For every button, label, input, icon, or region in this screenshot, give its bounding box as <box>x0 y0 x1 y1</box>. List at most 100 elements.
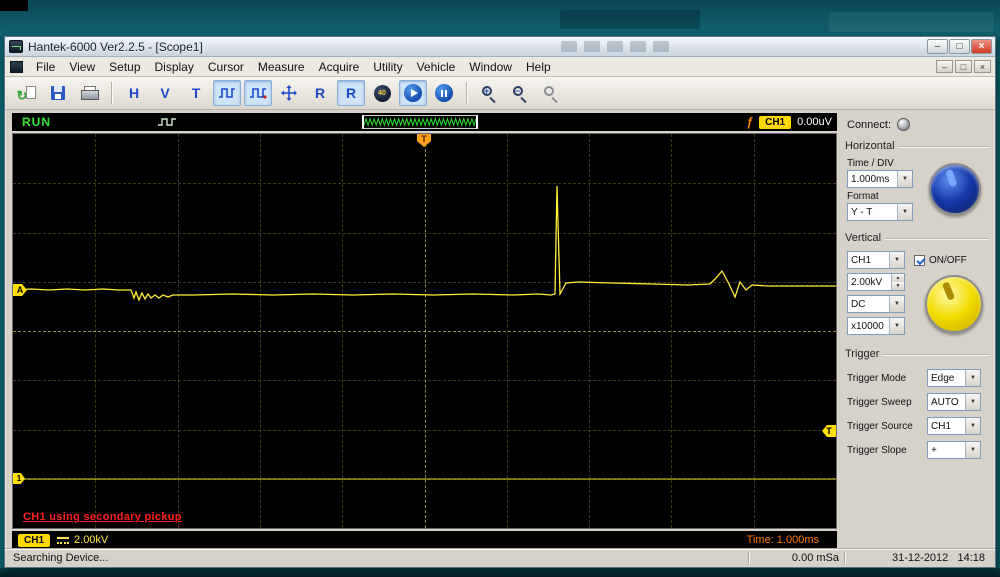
trigger-level-value: 0.00uV <box>797 116 832 128</box>
trigger-section: Trigger Trigger Mode Edge Trigger Sweep … <box>841 345 989 459</box>
menubar: File View Setup Display Cursor Measure A… <box>5 57 995 77</box>
dropdown-arrow-icon[interactable] <box>889 318 904 334</box>
format-select[interactable]: Y - T <box>847 203 913 221</box>
run-button[interactable] <box>399 80 427 106</box>
desktop: Hantek-6000 Ver2.2.5 - [Scope1] – □ × Fi… <box>0 0 1000 577</box>
pan-button[interactable] <box>275 80 303 106</box>
horizontal-position-preview[interactable] <box>362 115 478 129</box>
time-div-select[interactable]: 1.000ms <box>847 170 913 188</box>
waveform-mode-button[interactable] <box>213 80 241 106</box>
window-title: Hantek-6000 Ver2.2.5 - [Scope1] <box>28 40 203 54</box>
desktop-overlay <box>560 10 700 29</box>
connect-indicator <box>897 118 910 131</box>
reference-cursor-button[interactable]: R <box>337 80 365 106</box>
toolbar-separator <box>466 82 467 104</box>
status-time: 14:18 <box>957 552 985 564</box>
zoom-out-icon <box>512 85 529 102</box>
status-separator <box>844 553 845 564</box>
menu-cursor[interactable]: Cursor <box>201 58 251 76</box>
zoom-reset-button[interactable] <box>537 80 565 106</box>
menu-vehicle[interactable]: Vehicle <box>410 58 463 76</box>
status-message: Searching Device... <box>13 552 108 564</box>
dropdown-arrow-icon[interactable] <box>889 296 904 312</box>
horizontal-section: Horizontal Time / DIV 1.000ms Format Y -… <box>841 137 989 221</box>
trigger-source-label: Trigger Source <box>847 421 913 432</box>
v-icon: V <box>160 85 169 101</box>
vertical-knob[interactable] <box>925 275 983 333</box>
minimize-button[interactable]: – <box>927 39 948 54</box>
titlebar[interactable]: Hantek-6000 Ver2.2.5 - [Scope1] – □ × <box>5 37 995 57</box>
trigger-readout: ƒ CH1 0.00uV <box>746 113 832 131</box>
status-bar: Searching Device... 0.00 mSa 31-12-2012 … <box>5 549 995 567</box>
mdi-restore-button[interactable]: □ <box>955 60 972 73</box>
dropdown-arrow-icon[interactable] <box>965 418 980 434</box>
scope-display[interactable]: T A 1 T CH1 using secondary pickup <box>12 133 837 529</box>
connect-label: Connect: <box>847 119 891 131</box>
grid-line <box>13 479 836 480</box>
sample-rate: 0.00 mSa <box>792 552 839 564</box>
spin-down-icon[interactable] <box>892 282 904 290</box>
mdi-minimize-button[interactable]: – <box>936 60 953 73</box>
trigger-mode-value: Edge <box>928 373 954 384</box>
menu-help[interactable]: Help <box>519 58 558 76</box>
dropdown-arrow-icon[interactable] <box>889 252 904 268</box>
spin-up-icon[interactable] <box>892 274 904 282</box>
close-button[interactable]: × <box>971 39 992 54</box>
onoff-checkbox-wrap[interactable]: ON/OFF <box>914 255 967 266</box>
menu-setup[interactable]: Setup <box>102 58 147 76</box>
r-icon: R <box>315 85 325 101</box>
menu-view[interactable]: View <box>62 58 102 76</box>
dropdown-arrow-icon[interactable] <box>897 204 912 220</box>
run-waveform-icon <box>157 116 179 128</box>
dropdown-arrow-icon[interactable] <box>965 394 980 410</box>
toolbar-separator <box>111 82 112 104</box>
maximize-button[interactable]: □ <box>949 39 970 54</box>
grid-line <box>13 183 836 184</box>
channel-select[interactable]: CH1 <box>847 251 905 269</box>
menu-display[interactable]: Display <box>148 58 201 76</box>
vertical-button[interactable]: V <box>151 80 179 106</box>
probe-select[interactable]: x10000 <box>847 317 905 335</box>
zoom-in-button[interactable] <box>475 80 503 106</box>
horizontal-knob[interactable] <box>929 163 981 215</box>
mdi-close-button[interactable]: × <box>974 60 991 73</box>
vertical-section-title: Vertical <box>845 232 881 244</box>
menu-window[interactable]: Window <box>462 58 519 76</box>
trigger-button[interactable]: T <box>182 80 210 106</box>
open-button[interactable]: ↻ <box>13 80 41 106</box>
scope-grid <box>13 134 836 528</box>
trigger-channel-badge: CH1 <box>759 116 791 129</box>
print-button[interactable] <box>75 80 103 106</box>
pause-button[interactable] <box>430 80 458 106</box>
menu-file[interactable]: File <box>29 58 62 76</box>
coupling-select[interactable]: DC <box>847 295 905 313</box>
timebase-readout: Time: 1.000ms <box>747 534 819 546</box>
menu-utility[interactable]: Utility <box>366 58 409 76</box>
scope-window-icon <box>10 61 23 73</box>
dropdown-arrow-icon[interactable] <box>897 171 912 187</box>
onoff-checkbox[interactable] <box>914 255 925 266</box>
trigger-sweep-select[interactable]: AUTO <box>927 393 981 411</box>
date-time: 31-12-2012 14:18 <box>892 552 985 564</box>
dropdown-arrow-icon[interactable] <box>965 370 980 386</box>
trigger-source-value: CH1 <box>928 421 951 432</box>
desktop-tray <box>829 12 994 32</box>
waveform-capture-button[interactable] <box>244 80 272 106</box>
zoom-out-button[interactable] <box>506 80 534 106</box>
status-date: 31-12-2012 <box>892 552 948 564</box>
control-panel: Connect: Horizontal Time / DIV 1.000ms F… <box>837 113 993 550</box>
autoset-button[interactable]: 40 <box>368 80 396 106</box>
volts-div-stepper[interactable]: 2.00kV <box>847 273 905 291</box>
run-status: RUN <box>22 115 51 129</box>
trigger-slope-select[interactable]: + <box>927 441 981 459</box>
menu-measure[interactable]: Measure <box>251 58 312 76</box>
trigger-source-select[interactable]: CH1 <box>927 417 981 435</box>
desktop-chip <box>0 0 28 11</box>
save-button[interactable] <box>44 80 72 106</box>
menu-acquire[interactable]: Acquire <box>312 58 367 76</box>
horizontal-button[interactable]: H <box>120 80 148 106</box>
reference-button[interactable]: R <box>306 80 334 106</box>
dropdown-arrow-icon[interactable] <box>965 442 980 458</box>
trigger-mode-select[interactable]: Edge <box>927 369 981 387</box>
trigger-mode-label: Trigger Mode <box>847 373 906 384</box>
